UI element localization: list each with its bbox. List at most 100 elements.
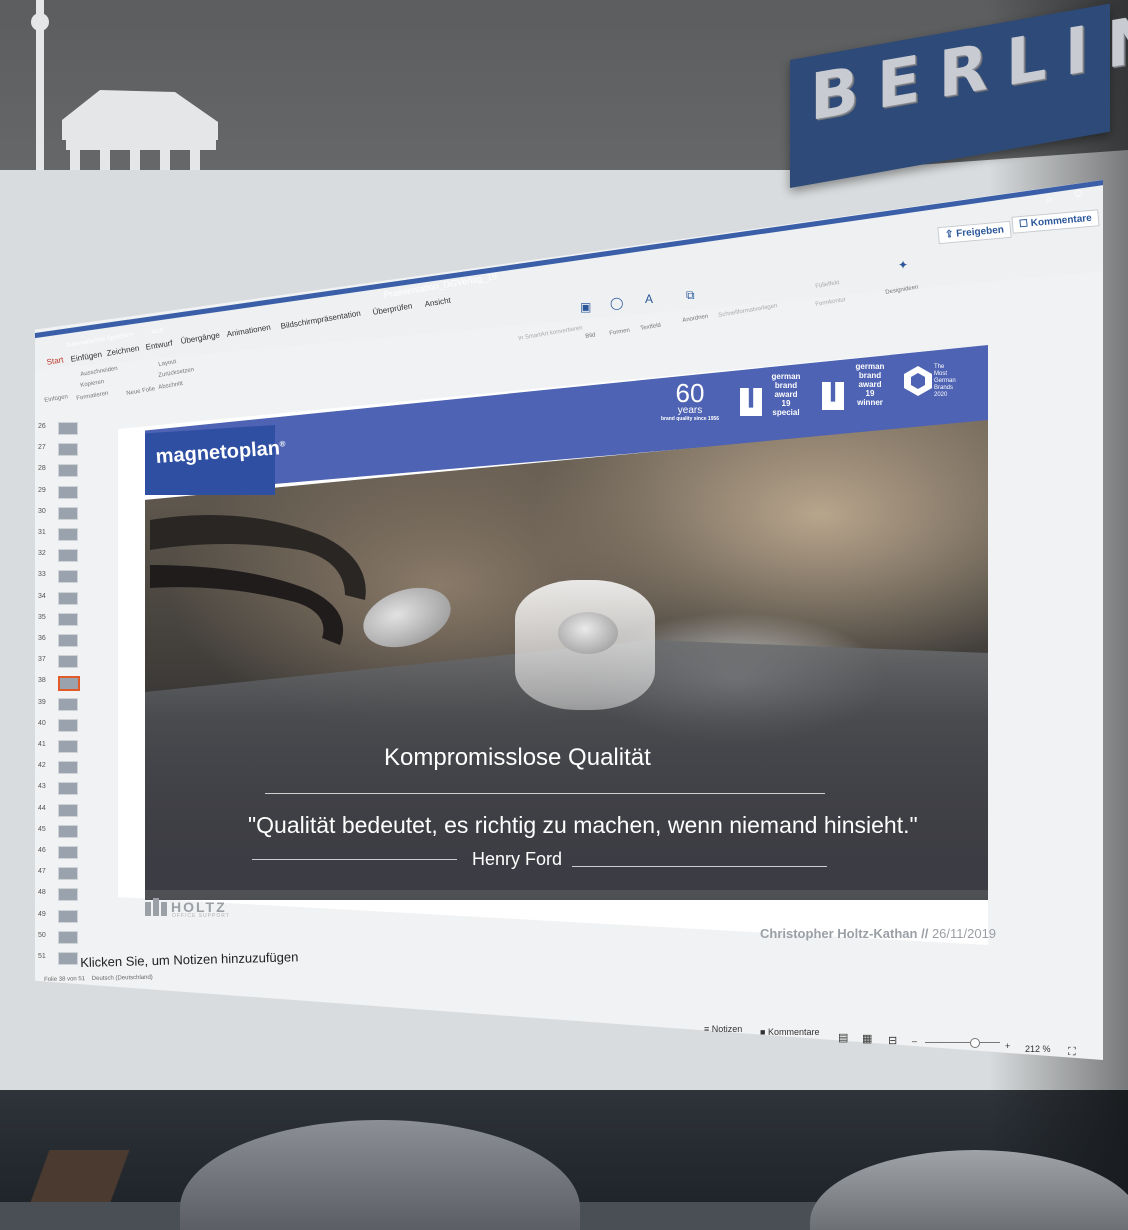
quote-author[interactable]: Henry Ford	[472, 849, 562, 870]
badge-mgb-line-3: German	[934, 378, 956, 384]
slide-thumbnail-48[interactable]	[58, 888, 78, 902]
fit-to-window-icon[interactable]: ⛶	[1068, 1046, 1076, 1059]
slide-thumbnail-47[interactable]	[58, 867, 78, 881]
zoom-out-button[interactable]: –	[912, 1036, 917, 1046]
notes-label: Notizen	[711, 1024, 743, 1034]
slide-counter: Folie 38 von 51	[44, 976, 86, 983]
thumbnail-number: 35	[38, 613, 46, 621]
thumbnail-number: 45	[38, 825, 46, 833]
normal-view-icon[interactable]: ▤	[838, 1031, 848, 1044]
thumbnail-number: 48	[38, 889, 46, 897]
reading-view-icon[interactable]: ⊟	[888, 1034, 897, 1047]
badge-special-line-3: award	[774, 390, 798, 399]
slide-thumbnail-42[interactable]	[58, 761, 78, 775]
badge-winner-line-2: brand	[858, 371, 882, 380]
thumbnail-number: 30	[38, 507, 46, 515]
design-ideas-icon: ✦	[898, 258, 909, 272]
badge-award-special: german brand award 19 special	[766, 372, 806, 417]
language-indicator[interactable]: Deutsch (Deutschland)	[92, 975, 153, 982]
slide-thumbnail-43[interactable]	[58, 782, 78, 796]
comments-toggle[interactable]: ■ Kommentare	[760, 1027, 819, 1037]
thumbnail-number: 26	[38, 423, 46, 430]
presenter-date-sep: //	[921, 926, 929, 941]
badge-60-number: 60	[675, 378, 705, 408]
presenter-date: 26/11/2019	[931, 926, 997, 941]
slide-thumbnail-35[interactable]	[58, 612, 78, 626]
slide-thumbnail-31[interactable]	[58, 528, 78, 541]
notes-toggle[interactable]: ≡ Notizen	[704, 1024, 742, 1034]
badge-award-winner: german brand award 19 winner	[850, 362, 890, 407]
thumbnail-number: 49	[38, 910, 46, 918]
thumbnail-number: 27	[38, 444, 46, 452]
slide-thumbnail-30[interactable]	[58, 506, 78, 520]
slide-thumbnail-50[interactable]	[58, 930, 78, 944]
holtz-logo-mark	[145, 898, 167, 916]
badge-special-line-1: german	[771, 372, 801, 381]
thumbnail-number: 47	[38, 868, 46, 876]
slide-thumbnail-49[interactable]	[58, 909, 78, 923]
presenter-footer: Christopher Holtz-Kathan // 26/11/2019	[760, 926, 996, 941]
badge-mgb-line-4: Brands	[934, 385, 954, 391]
zoom-level[interactable]: 212 %	[1025, 1044, 1051, 1054]
slide-thumbnail-44[interactable]	[58, 803, 78, 817]
smiley-feedback-icon[interactable]: ☺	[1072, 186, 1084, 200]
search-icon[interactable]: ⌕	[1046, 192, 1053, 207]
zoom-slider-track[interactable]	[925, 1042, 1000, 1043]
comments-icon: ■	[760, 1027, 768, 1037]
slide-thumbnail-51[interactable]	[58, 952, 78, 965]
badge-winner-line-1: german	[855, 362, 885, 371]
thumbnail-number: 44	[38, 804, 46, 812]
thumbnail-number: 33	[38, 571, 46, 579]
slide-thumbnail-45[interactable]	[58, 824, 78, 838]
badge-60-subtitle: brand quality since 1956	[660, 416, 720, 422]
thumbnail-number: 29	[38, 486, 46, 494]
slide-thumbnail-rail: 26 27 28 29 30 31 32 33 34 35 36 37 38 39 40 41 42 43 44 45…	[38, 400, 80, 965]
comment-icon: ☐	[1018, 218, 1032, 231]
slide-thumbnail-41[interactable]	[58, 740, 78, 753]
badge-special-line-5: special	[772, 408, 800, 417]
thumbnail-number: 36	[38, 635, 46, 642]
thumbnail-number: 31	[38, 529, 46, 536]
presenter-name: Christopher Holtz-Kathan	[760, 926, 918, 941]
thumbnail-number: 28	[38, 465, 46, 473]
notes-icon: ≡	[704, 1024, 712, 1034]
zoom-slider-thumb[interactable]	[970, 1038, 980, 1048]
thumbnail-number: 51	[38, 953, 46, 960]
slide-title[interactable]: Kompromisslose Qualität	[384, 744, 651, 772]
slide-quote[interactable]: "Qualität bedeutet, es richtig zu machen…	[248, 812, 918, 839]
holtz-brand-sub: OFFICE SUPPORT	[172, 913, 230, 919]
badge-winner-line-3: award	[858, 380, 882, 389]
slide-thumbnail-28[interactable]	[58, 464, 78, 478]
slide-thumbnail-29[interactable]	[58, 485, 78, 499]
badge-winner-line-5: winner	[857, 398, 883, 407]
thumbnail-number: 46	[38, 847, 46, 854]
title-divider	[265, 793, 825, 794]
slide-thumbnail-32[interactable]	[58, 549, 78, 563]
author-divider-right	[572, 866, 827, 867]
shapes-icon: ◯	[610, 296, 624, 310]
zoom-in-button[interactable]: +	[1005, 1041, 1010, 1051]
slide-thumbnail-27[interactable]	[58, 443, 78, 457]
slide-thumbnail-26[interactable]	[58, 422, 78, 435]
slide-thumbnail-33[interactable]	[58, 570, 78, 584]
badge-special-line-2: brand	[774, 381, 798, 390]
slide-thumbnail-39[interactable]	[58, 697, 78, 711]
slide-thumbnail-46[interactable]	[58, 846, 78, 859]
slide-sorter-icon[interactable]: ▦	[862, 1032, 872, 1045]
picture-icon: ▣	[580, 300, 592, 314]
slide-thumbnail-34[interactable]	[58, 591, 78, 605]
badge-winner-line-4: 19	[865, 389, 875, 398]
thumbnail-number: 40	[38, 719, 46, 727]
badge-mgb-line-1: The	[934, 364, 945, 370]
thumbnail-number: 37	[38, 656, 46, 664]
slide-thumbnail-36[interactable]	[58, 634, 78, 647]
author-divider-left	[252, 859, 457, 860]
slide-thumbnail-40[interactable]	[58, 718, 78, 732]
slide-thumbnail-37[interactable]	[58, 655, 78, 669]
clear-magnet-core	[558, 612, 618, 654]
slide-thumbnail-38[interactable]	[58, 676, 80, 692]
thumbnail-number: 38	[38, 677, 46, 685]
textbox-icon: A	[645, 292, 654, 306]
badge-special-line-4: 19	[781, 399, 791, 408]
share-label: Freigeben	[955, 224, 1005, 240]
